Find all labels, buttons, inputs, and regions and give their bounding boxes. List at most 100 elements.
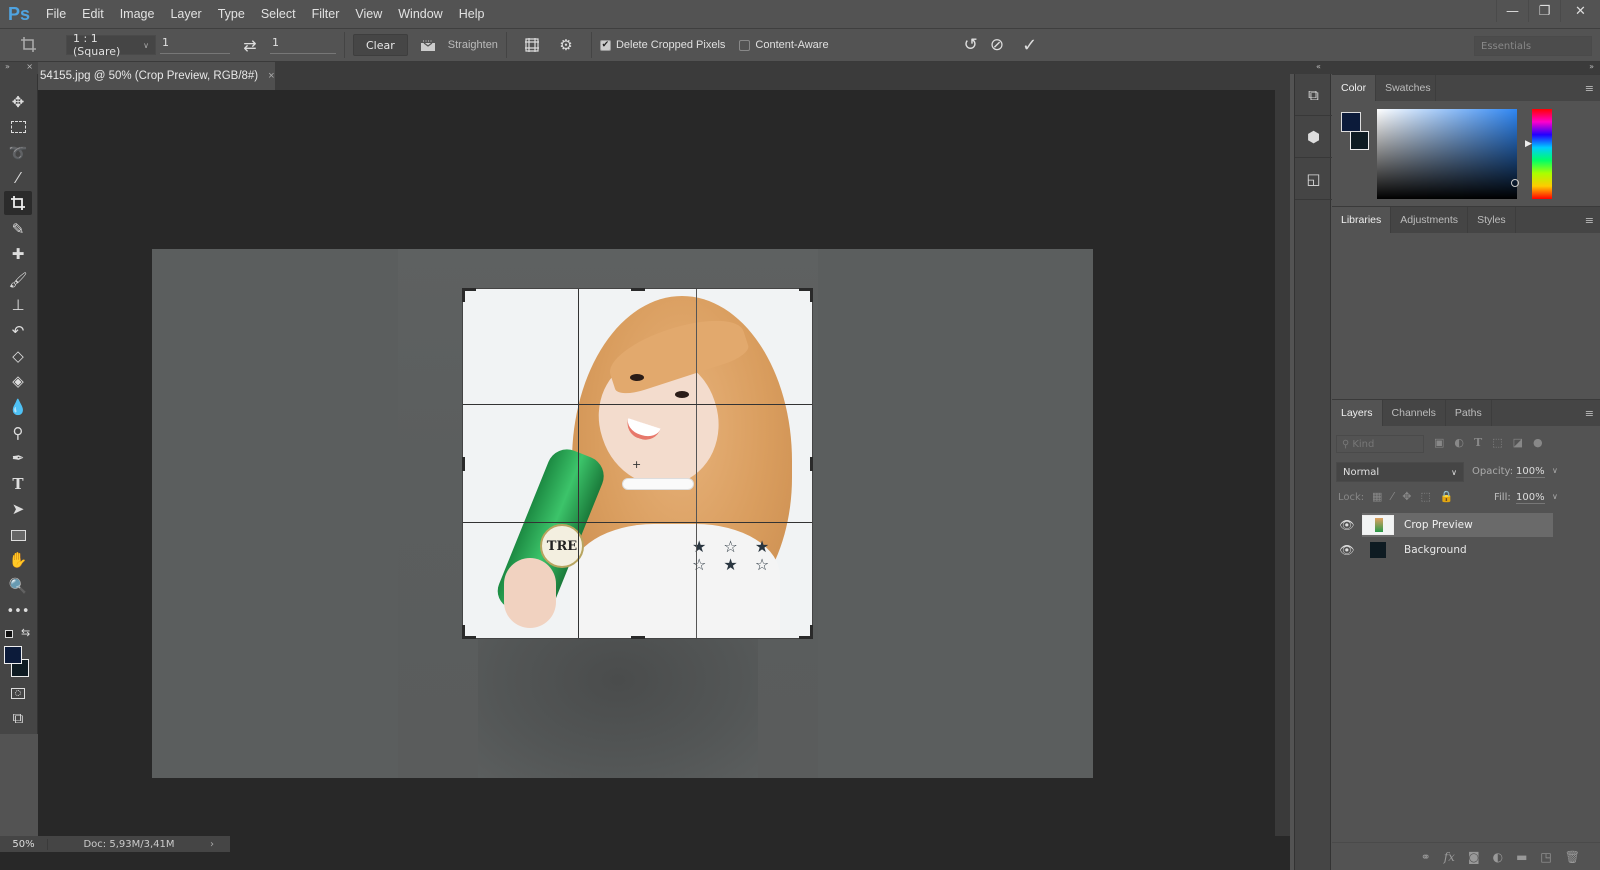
- type-tool-icon[interactable]: T: [4, 472, 32, 496]
- delete-cropped-label[interactable]: Delete Cropped Pixels: [616, 39, 725, 51]
- blur-tool-icon[interactable]: 💧: [4, 395, 32, 419]
- color-picker-field[interactable]: [1377, 109, 1519, 199]
- lock-all-icon[interactable]: 🔒: [1440, 490, 1454, 503]
- properties-panel-icon[interactable]: ⬢: [1295, 116, 1332, 158]
- menu-image[interactable]: Image: [112, 7, 163, 21]
- crop-preview-region[interactable]: ★ ☆ ★ ☆ ★ ☆ TRE +: [462, 288, 813, 639]
- pen-tool-icon[interactable]: ✒: [4, 446, 32, 470]
- adjustment-layer-icon[interactable]: ◐: [1493, 850, 1503, 864]
- hue-slider[interactable]: [1532, 109, 1552, 199]
- crop-handle-top-left[interactable]: [462, 288, 465, 302]
- menu-window[interactable]: Window: [390, 7, 450, 21]
- close-button[interactable]: ✕: [1560, 0, 1600, 22]
- menu-select[interactable]: Select: [253, 7, 304, 21]
- straighten-label[interactable]: Straighten: [448, 39, 498, 51]
- crop-handle-bottom-right[interactable]: [810, 625, 813, 639]
- delete-cropped-checkbox[interactable]: ✔: [599, 39, 611, 51]
- tab-libraries[interactable]: Libraries: [1332, 207, 1392, 233]
- swap-colors-icon[interactable]: ⇆: [21, 626, 30, 639]
- history-panel-icon[interactable]: ⧉: [1295, 74, 1332, 116]
- layer-filter-select[interactable]: ⚲ Kind: [1336, 435, 1424, 453]
- crop-tool-preset[interactable]: [0, 36, 58, 54]
- menu-help[interactable]: Help: [451, 7, 493, 21]
- swap-dimensions-icon[interactable]: ⇄: [230, 36, 270, 55]
- overlay-grid-icon[interactable]: [515, 37, 549, 53]
- panel-menu-icon[interactable]: ≡: [1585, 82, 1594, 95]
- paint-bucket-tool-icon[interactable]: ◈: [4, 369, 32, 393]
- filter-toggle-icon[interactable]: ●: [1533, 436, 1543, 449]
- visibility-eye-icon[interactable]: 👁: [1332, 543, 1362, 557]
- screen-mode-icon[interactable]: ⧉: [4, 706, 32, 730]
- lock-pixels-icon[interactable]: ⁄: [1391, 490, 1393, 503]
- color-picker-cursor[interactable]: [1511, 179, 1519, 187]
- close-document-icon[interactable]: ×: [268, 70, 274, 82]
- layer-crop-preview[interactable]: 👁 Crop Preview: [1332, 513, 1553, 537]
- layer-name[interactable]: Background: [1404, 544, 1467, 556]
- cancel-crop-icon[interactable]: ⊘: [990, 35, 1004, 55]
- clone-stamp-tool-icon[interactable]: ⊥: [4, 293, 32, 317]
- tab-paths[interactable]: Paths: [1446, 400, 1492, 426]
- layer-name[interactable]: Crop Preview: [1404, 519, 1473, 531]
- lock-transparent-icon[interactable]: ▦: [1372, 490, 1382, 503]
- settings-gear-icon[interactable]: ⚙: [549, 36, 583, 54]
- restore-button[interactable]: ❐: [1528, 0, 1560, 22]
- content-aware-checkbox[interactable]: [739, 39, 751, 51]
- menu-view[interactable]: View: [347, 7, 390, 21]
- new-group-icon[interactable]: ▬: [1516, 850, 1527, 864]
- foreground-color-swatch[interactable]: [4, 646, 22, 664]
- fx-icon[interactable]: fx: [1444, 850, 1455, 864]
- lasso-tool-icon[interactable]: ➰: [4, 141, 32, 165]
- tab-color[interactable]: Color: [1332, 75, 1377, 101]
- lock-position-icon[interactable]: ✥: [1402, 490, 1411, 503]
- commit-crop-icon[interactable]: ✓: [1022, 35, 1037, 56]
- tab-layers[interactable]: Layers: [1332, 400, 1383, 426]
- quick-mask-icon[interactable]: [4, 681, 32, 705]
- zoom-level[interactable]: 50%: [0, 838, 48, 850]
- document-tab[interactable]: 54155.jpg @ 50% (Crop Preview, RGB/8#) ×: [38, 62, 275, 90]
- history-brush-tool-icon[interactable]: ↶: [4, 319, 32, 343]
- crop-handle-top-right[interactable]: [810, 288, 813, 302]
- crop-width-input[interactable]: 1: [160, 36, 230, 54]
- chevron-down-icon[interactable]: ∨: [1552, 492, 1558, 501]
- chevron-down-icon[interactable]: ∨: [1552, 466, 1558, 475]
- crop-handle-bottom-left[interactable]: [462, 625, 465, 639]
- more-tools-icon[interactable]: •••: [4, 599, 32, 623]
- close-panel-icon[interactable]: ×: [26, 62, 33, 74]
- filter-type-icon[interactable]: T: [1474, 436, 1482, 449]
- crop-handle-left[interactable]: [462, 457, 465, 471]
- crop-handle-top[interactable]: [631, 288, 645, 291]
- new-layer-icon[interactable]: ◳: [1540, 850, 1551, 864]
- brush-tool-icon[interactable]: 🖌: [4, 268, 32, 292]
- transform-panel-icon[interactable]: ◱: [1295, 158, 1332, 200]
- default-colors-icon[interactable]: [5, 630, 13, 638]
- content-aware-label[interactable]: Content-Aware: [755, 39, 828, 51]
- filter-smart-object-icon[interactable]: ◪: [1513, 436, 1523, 449]
- menu-filter[interactable]: Filter: [304, 7, 348, 21]
- eraser-tool-icon[interactable]: ◇: [4, 344, 32, 368]
- crop-height-input[interactable]: 1: [270, 36, 336, 54]
- healing-brush-tool-icon[interactable]: ✚: [4, 242, 32, 266]
- lock-artboard-icon[interactable]: ⬚: [1420, 490, 1430, 503]
- add-mask-icon[interactable]: ◙: [1468, 850, 1480, 864]
- crop-handle-bottom[interactable]: [631, 636, 645, 639]
- hand-tool-icon[interactable]: ✋: [4, 548, 32, 572]
- reset-crop-icon[interactable]: ↺: [964, 35, 978, 55]
- delete-layer-icon[interactable]: 🗑: [1565, 850, 1580, 864]
- vertical-scrollbar[interactable]: [1275, 90, 1290, 836]
- ratio-preset-select[interactable]: 1 : 1 (Square) ∨: [66, 32, 156, 58]
- rectangle-tool-icon[interactable]: [4, 523, 32, 547]
- tab-styles[interactable]: Styles: [1468, 207, 1516, 233]
- filter-pixel-icon[interactable]: ▣: [1434, 436, 1444, 449]
- expand-dock-icon[interactable]: »: [1589, 62, 1594, 71]
- link-layers-icon[interactable]: ⚭: [1421, 850, 1431, 864]
- hue-slider-pointer[interactable]: ▶: [1525, 139, 1532, 149]
- clear-button[interactable]: Clear: [353, 34, 408, 56]
- tab-channels[interactable]: Channels: [1383, 400, 1446, 426]
- marquee-tool-icon[interactable]: [4, 115, 32, 139]
- status-menu-arrow[interactable]: ›: [210, 839, 214, 850]
- zoom-tool-icon[interactable]: 🔍: [4, 574, 32, 598]
- straighten-icon[interactable]: [408, 38, 448, 52]
- tab-adjustments[interactable]: Adjustments: [1391, 207, 1469, 233]
- color-background-swatch[interactable]: [1350, 131, 1369, 150]
- opacity-input[interactable]: 100%: [1516, 466, 1545, 478]
